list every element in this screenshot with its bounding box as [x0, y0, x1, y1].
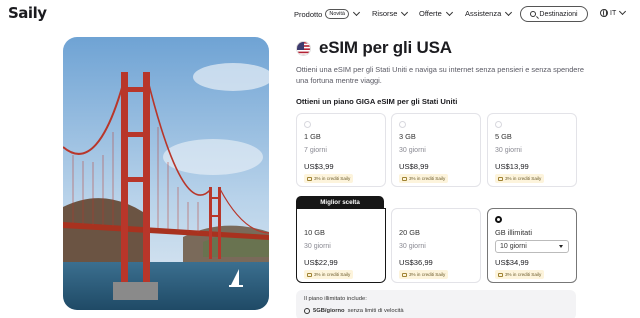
plan-card-1gb[interactable]: 1 GB 7 giorni US$3,99 3% in crediti Sail… — [296, 113, 386, 187]
credit-badge: 3% in crediti Saily — [304, 270, 354, 279]
plan-price: US$8,99 — [399, 162, 429, 171]
duration-select[interactable]: 10 giorni — [495, 240, 569, 253]
plan-duration: 30 giorni — [399, 243, 426, 250]
credit-text: 3% in crediti Saily — [505, 176, 542, 181]
plan-card-10gb[interactable]: 10 GB 30 giorni US$22,99 3% in crediti S… — [296, 208, 386, 283]
nav-resources[interactable]: Risorse — [372, 8, 409, 18]
plan-radio[interactable] — [495, 121, 502, 128]
credit-icon — [402, 272, 407, 277]
nav-offers-label: Offerte — [419, 9, 442, 18]
plan-card-5gb[interactable]: 5 GB 30 giorni US$13,99 3% in crediti Sa… — [487, 113, 577, 187]
plan-duration: 30 giorni — [399, 147, 426, 154]
plan-data-amount: 5 GB — [495, 132, 512, 141]
golden-gate-bridge-photo — [63, 37, 269, 310]
page-title: eSIM per gli USA — [319, 38, 452, 57]
plan-price: US$3,99 — [304, 162, 334, 171]
search-icon — [530, 11, 537, 17]
plan-data-amount: 20 GB — [399, 228, 420, 237]
chevron-down-icon — [505, 8, 513, 16]
plan-data-amount: 3 GB — [399, 132, 416, 141]
info-line-rest: senza limiti di velocità — [347, 308, 404, 314]
plan-price: US$22,99 — [304, 258, 338, 267]
credit-badge: 3% in crediti Saily — [495, 174, 545, 183]
language-label: IT — [610, 9, 617, 17]
destinations-button[interactable]: Destinazioni — [520, 6, 588, 22]
info-line: 5GB/giorno senza limiti di velocità — [304, 308, 404, 314]
credit-text: 3% in crediti Saily — [409, 272, 446, 277]
credit-badge: 3% in crediti Saily — [399, 174, 449, 183]
chevron-down-icon — [619, 7, 627, 16]
destinations-label: Destinazioni — [539, 10, 578, 18]
nav-support[interactable]: Assistenza — [465, 8, 513, 18]
plan-duration: 30 giorni — [495, 147, 522, 154]
credit-badge: 3% in crediti Saily — [304, 174, 354, 183]
nav-products-label: Prodotto — [294, 9, 323, 19]
plan-price: US$36,99 — [399, 258, 433, 267]
plan-data-amount: 1 GB — [304, 132, 321, 141]
info-line-bold: 5GB/giorno — [313, 308, 345, 314]
plans-heading: Ottieni un piano GIGA eSIM per gli Stati… — [296, 97, 458, 106]
credit-text: 3% in crediti Saily — [314, 176, 351, 181]
new-badge: Novità — [325, 9, 349, 19]
usa-flag-icon — [296, 40, 311, 56]
credit-icon — [498, 272, 503, 277]
dropdown-arrow-icon — [559, 245, 563, 248]
credit-icon — [307, 176, 312, 181]
unlimited-info-box: Il piano illimitato include: 5GB/giorno … — [296, 290, 576, 318]
plan-price: US$34,99 — [495, 258, 529, 267]
plan-duration: 30 giorni — [304, 243, 331, 250]
plan-card-3gb[interactable]: 3 GB 30 giorni US$8,99 3% in crediti Sai… — [391, 113, 481, 187]
chevron-down-icon — [401, 8, 409, 16]
credit-text: 3% in crediti Saily — [505, 272, 542, 277]
best-choice-banner: Miglior scelta — [296, 196, 384, 208]
page-subtitle: Ottieni una eSIM per gli Stati Uniti e n… — [296, 65, 584, 85]
plan-data-amount: 10 GB — [304, 228, 325, 237]
chevron-down-icon — [352, 8, 360, 17]
info-title: Il piano illimitato include: — [304, 296, 367, 302]
globe-icon — [600, 9, 608, 17]
duration-select-value: 10 giorni — [500, 243, 527, 250]
top-navigation: Saily Prodotto Novità Risorse Offerte As… — [0, 0, 640, 28]
credit-badge: 3% in crediti Saily — [399, 270, 449, 279]
credit-badge: 3% in crediti Saily — [495, 270, 545, 279]
saily-logo[interactable]: Saily — [8, 4, 47, 22]
plan-card-20gb[interactable]: 20 GB 30 giorni US$36,99 3% in crediti S… — [391, 208, 481, 283]
hero-image — [63, 37, 269, 310]
title-row: eSIM per gli USA — [296, 38, 452, 58]
plan-price: US$13,99 — [495, 162, 529, 171]
plan-card-unlimited[interactable]: GB illimitati 10 giorni US$34,99 3% in c… — [487, 208, 577, 283]
credit-text: 3% in crediti Saily — [409, 176, 446, 181]
nav-resources-label: Risorse — [372, 9, 398, 18]
credit-icon — [402, 176, 407, 181]
credit-text: 3% in crediti Saily — [314, 272, 351, 277]
chevron-down-icon — [445, 8, 453, 16]
plan-radio[interactable] — [399, 121, 406, 128]
speed-icon — [304, 308, 310, 314]
plan-data-amount: GB illimitati — [495, 228, 532, 237]
plan-radio[interactable] — [304, 121, 311, 128]
plan-radio-selected[interactable] — [495, 216, 502, 223]
plan-duration: 7 giorni — [304, 147, 327, 154]
nav-offers[interactable]: Offerte — [419, 8, 453, 18]
nav-support-label: Assistenza — [465, 9, 502, 18]
credit-icon — [307, 272, 312, 277]
credit-icon — [498, 176, 503, 181]
nav-products[interactable]: Prodotto Novità — [294, 8, 360, 19]
language-selector[interactable]: IT — [600, 7, 627, 17]
